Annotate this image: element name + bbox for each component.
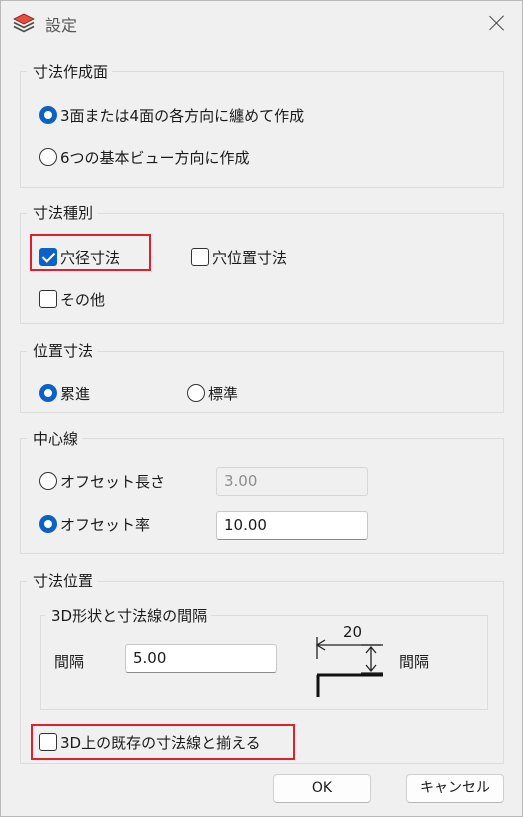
checkbox-unchecked-icon [191, 248, 209, 266]
checkbox-checked-icon [39, 248, 57, 266]
radio-six-views[interactable]: 6つの基本ビュー方向に作成 [39, 146, 250, 168]
radio-label: 6つの基本ビュー方向に作成 [60, 148, 250, 167]
settings-dialog: 設定 寸法作成面 3面または4面の各方向に纏めて作成 6つの基本ビュー方向に作成… [0, 0, 523, 817]
position-dimension-label: 位置寸法 [27, 340, 98, 361]
center-line-label: 中心線 [27, 428, 83, 449]
radio-unselected-icon [187, 384, 205, 402]
dimension-type-label: 寸法種別 [27, 202, 98, 223]
offset-rate-input[interactable]: 10.00 [216, 511, 368, 540]
dimension-creation-group [20, 71, 504, 188]
checkbox-other[interactable]: その他 [39, 288, 105, 310]
diagram-number: 20 [343, 623, 363, 641]
radio-label: 3面または4面の各方向に纏めて作成 [60, 106, 305, 125]
spacing-label: 間隔 [54, 653, 85, 671]
checkbox-align-existing[interactable]: 3D上の既存の寸法線と揃える [39, 731, 261, 753]
checkbox-label: その他 [60, 290, 106, 309]
offset-length-input[interactable]: 3.00 [216, 467, 368, 496]
radio-cumulative[interactable]: 累進 [39, 382, 90, 404]
radio-label: 標準 [208, 384, 239, 403]
radio-selected-icon [39, 384, 57, 402]
checkbox-unchecked-icon [39, 290, 57, 308]
checkbox-hole-diameter[interactable]: 穴径寸法 [39, 246, 120, 268]
checkbox-label: 3D上の既存の寸法線と揃える [60, 733, 261, 752]
window-title: 設定 [45, 16, 78, 35]
title-bar: 設定 [1, 1, 522, 45]
dimension-position-label: 寸法位置 [27, 570, 98, 591]
checkbox-unchecked-icon [39, 733, 57, 751]
checkbox-label: 穴位置寸法 [212, 248, 288, 267]
checkbox-hole-position[interactable]: 穴位置寸法 [191, 246, 287, 268]
diagram-label: 間隔 [399, 653, 430, 671]
spacing-input[interactable]: 5.00 [125, 644, 277, 673]
radio-offset-rate[interactable]: オフセット率 [39, 513, 150, 535]
cancel-button[interactable]: キャンセル [406, 774, 504, 803]
radio-label: オフセット率 [60, 515, 151, 534]
radio-combine-directions[interactable]: 3面または4面の各方向に纏めて作成 [39, 104, 304, 126]
ok-button[interactable]: OK [273, 774, 371, 803]
layers-icon [13, 13, 35, 33]
radio-unselected-icon [39, 472, 57, 490]
radio-standard[interactable]: 標準 [187, 382, 238, 404]
radio-selected-icon [39, 515, 57, 533]
close-icon[interactable] [485, 11, 509, 35]
radio-label: オフセット長さ [60, 472, 166, 491]
checkbox-label: 穴径寸法 [60, 248, 121, 267]
spacing-group-label: 3D形状と寸法線の間隔 [45, 605, 212, 626]
dimension-creation-label: 寸法作成面 [27, 61, 113, 82]
radio-selected-icon [39, 106, 57, 124]
radio-offset-length[interactable]: オフセット長さ [39, 470, 165, 492]
radio-label: 累進 [60, 384, 91, 403]
radio-unselected-icon [39, 148, 57, 166]
